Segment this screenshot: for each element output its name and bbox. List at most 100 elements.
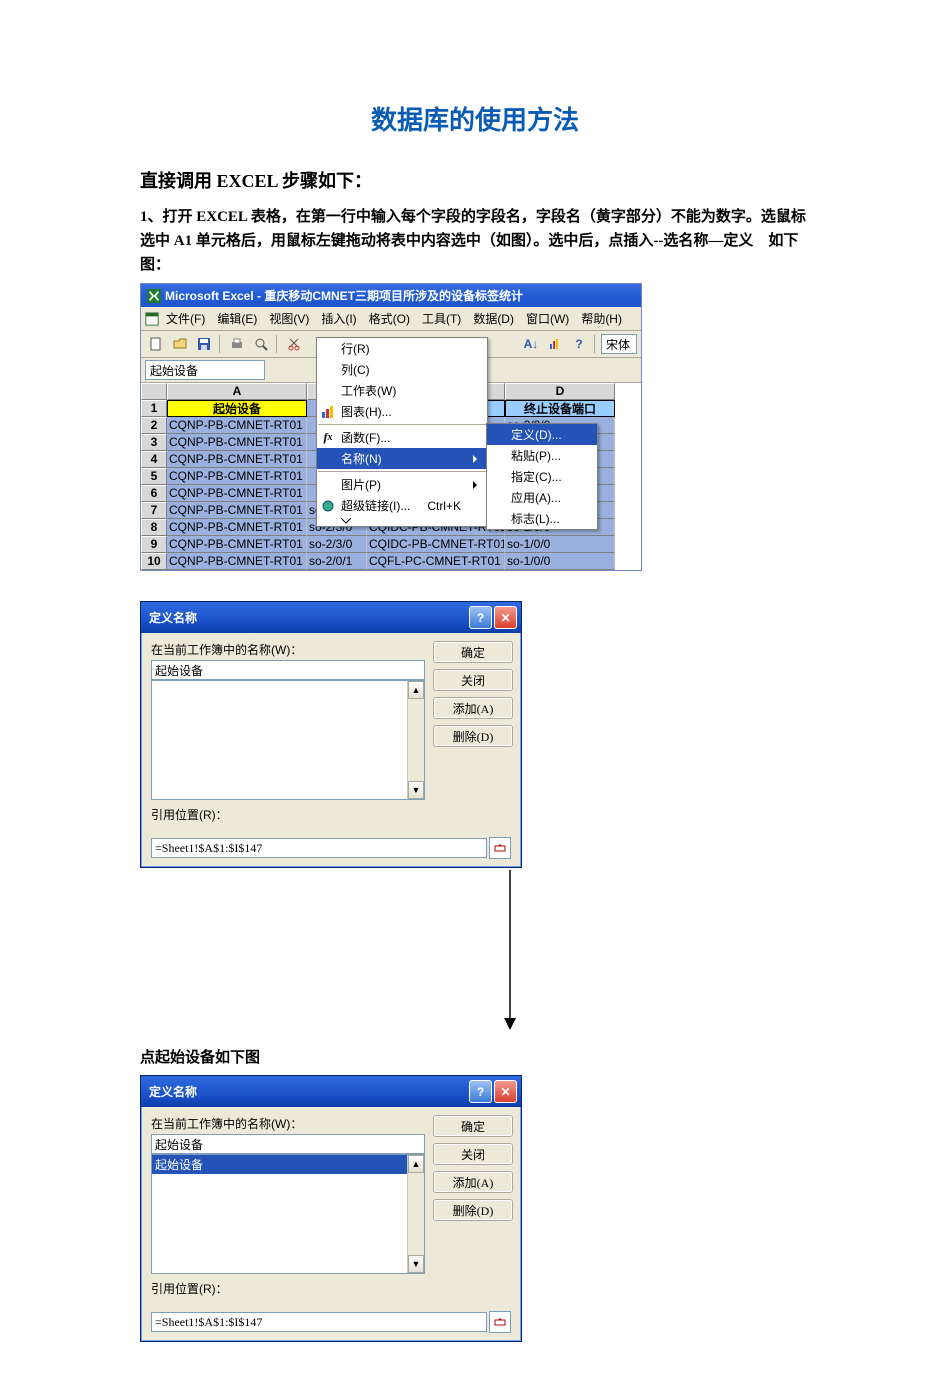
name-input[interactable] <box>151 1134 425 1154</box>
row-headers: 12345678910 <box>141 383 167 570</box>
scrollbar[interactable]: ▲ ▼ <box>407 681 424 799</box>
cell[interactable]: so-1/0/0 <box>505 553 615 570</box>
font-selector[interactable]: 宋体 <box>601 334 637 354</box>
list-item[interactable]: 起始设备 <box>152 1155 424 1174</box>
delete-button[interactable]: 删除(D) <box>433 725 513 747</box>
cell[interactable]: CQNP-PB-CMNET-RT01 <box>167 553 307 570</box>
menu-tools[interactable]: 工具(T) <box>417 309 466 328</box>
cell[interactable]: CQNP-PB-CMNET-RT01 <box>167 468 307 485</box>
insert-menu-cols[interactable]: 列(C) <box>317 359 487 380</box>
close-button[interactable]: 关闭 <box>433 1143 513 1165</box>
ok-button[interactable]: 确定 <box>433 1115 513 1137</box>
ref-input[interactable] <box>151 1312 487 1332</box>
name-submenu-paste[interactable]: 粘贴(P)... <box>487 445 597 466</box>
add-button[interactable]: 添加(A) <box>433 697 513 719</box>
header-cell[interactable]: 起始设备 <box>167 400 307 417</box>
cell[interactable]: CQNP-PB-CMNET-RT01 <box>167 519 307 536</box>
menu-edit[interactable]: 编辑(E) <box>212 309 262 328</box>
dialog-help-button[interactable]: ? <box>469 606 492 629</box>
menu-data[interactable]: 数据(D) <box>468 309 519 328</box>
open-icon[interactable] <box>169 333 191 355</box>
cell[interactable]: so-2/0/1 <box>307 553 367 570</box>
close-button[interactable]: 关闭 <box>433 669 513 691</box>
insert-menu-expand-icon[interactable] <box>317 516 487 526</box>
sort-asc-icon[interactable]: A↓ <box>520 333 542 355</box>
worksheet-icon <box>145 312 159 326</box>
name-submenu-apply[interactable]: 应用(A)... <box>487 487 597 508</box>
ref-label: 引用位置(R)： <box>151 1280 425 1297</box>
add-button[interactable]: 添加(A) <box>433 1171 513 1193</box>
excel-titlebar: Microsoft Excel - 重庆移动CMNET三期项目所涉及的设备标签统… <box>141 284 641 307</box>
scroll-down-icon[interactable]: ▼ <box>408 781 424 799</box>
scroll-down-icon[interactable]: ▼ <box>408 1255 424 1273</box>
insert-menu-rows[interactable]: 行(R) <box>317 338 487 359</box>
column-header[interactable]: D <box>505 383 615 400</box>
section-heading: 直接调用 EXCEL 步骤如下： <box>140 167 810 193</box>
insert-menu-picture[interactable]: 图片(P) <box>317 474 487 495</box>
insert-menu-worksheet[interactable]: 工作表(W) <box>317 380 487 401</box>
name-submenu-label[interactable]: 标志(L)... <box>487 508 597 529</box>
cell[interactable]: CQIDC-PB-CMNET-RT01 <box>367 536 505 553</box>
hyperlink-shortcut: Ctrl+K <box>427 499 461 513</box>
menu-view[interactable]: 视图(V) <box>264 309 314 328</box>
name-submenu-dropdown[interactable]: 定义(D)... 粘贴(P)... 指定(C)... 应用(A)... 标志(L… <box>486 423 598 530</box>
define-name-dialog-1: 定义名称 ? ✕ 在当前工作簿中的名称(W)： ▲ ▼ 引用位置(R)： 确定 <box>140 601 522 868</box>
names-listbox[interactable]: 起始设备 ▲ ▼ <box>151 1154 425 1274</box>
delete-button[interactable]: 删除(D) <box>433 1199 513 1221</box>
print-icon[interactable] <box>226 333 248 355</box>
preview-icon[interactable] <box>250 333 272 355</box>
cell[interactable]: CQNP-PB-CMNET-RT01 <box>167 417 307 434</box>
save-icon[interactable] <box>193 333 215 355</box>
dialog-title-text: 定义名称 <box>149 609 197 626</box>
menu-insert[interactable]: 插入(I) <box>316 309 361 328</box>
header-cell[interactable]: 终止设备端口 <box>505 400 615 417</box>
ok-button[interactable]: 确定 <box>433 641 513 663</box>
dialog-titlebar: 定义名称 ? ✕ <box>141 602 521 633</box>
cell[interactable]: CQNP-PB-CMNET-RT01 <box>167 502 307 519</box>
scroll-up-icon[interactable]: ▲ <box>408 1155 424 1173</box>
new-icon[interactable] <box>145 333 167 355</box>
excel-window: Microsoft Excel - 重庆移动CMNET三期项目所涉及的设备标签统… <box>140 283 642 571</box>
caption-text: 点起始设备如下图 <box>140 1046 810 1067</box>
menu-window[interactable]: 窗口(W) <box>521 309 574 328</box>
define-name-dialog-2: 定义名称 ? ✕ 在当前工作簿中的名称(W)： 起始设备 ▲ ▼ 引用位置(R)… <box>140 1075 522 1342</box>
cell[interactable]: CQNP-PB-CMNET-RT01 <box>167 451 307 468</box>
menu-format[interactable]: 格式(O) <box>364 309 415 328</box>
name-submenu-define[interactable]: 定义(D)... <box>487 424 597 445</box>
menu-file[interactable]: 文件(F) <box>161 309 210 328</box>
scrollbar[interactable]: ▲ ▼ <box>407 1155 424 1273</box>
chart-icon[interactable] <box>544 333 566 355</box>
insert-menu-dropdown[interactable]: 行(R) 列(C) 工作表(W) 图表(H)... fx 函数(F)... 名称… <box>316 337 488 527</box>
cell[interactable]: so-2/3/0 <box>307 536 367 553</box>
scroll-up-icon[interactable]: ▲ <box>408 681 424 699</box>
names-label: 在当前工作簿中的名称(W)： <box>151 1115 425 1132</box>
insert-menu-function[interactable]: fx 函数(F)... <box>317 427 487 448</box>
cell[interactable]: CQNP-PB-CMNET-RT01 <box>167 485 307 502</box>
cell[interactable]: so-1/0/0 <box>505 536 615 553</box>
column-header[interactable]: A <box>167 383 307 400</box>
cell[interactable]: CQFL-PC-CMNET-RT01 <box>367 553 505 570</box>
ref-input[interactable] <box>151 838 487 858</box>
ref-collapse-icon[interactable] <box>489 837 511 859</box>
name-box[interactable]: 起始设备 <box>145 360 265 380</box>
dialog-help-button[interactable]: ? <box>469 1080 492 1103</box>
name-submenu-create[interactable]: 指定(C)... <box>487 466 597 487</box>
help-icon[interactable]: ? <box>568 333 590 355</box>
insert-menu-chart[interactable]: 图表(H)... <box>317 401 487 422</box>
dialog-title-text: 定义名称 <box>149 1083 197 1100</box>
ref-collapse-icon[interactable] <box>489 1311 511 1333</box>
insert-menu-name[interactable]: 名称(N) <box>317 448 487 469</box>
arrow-down-icon <box>210 870 810 1030</box>
dialog-close-button[interactable]: ✕ <box>494 1080 517 1103</box>
cell[interactable]: CQNP-PB-CMNET-RT01 <box>167 536 307 553</box>
dialog-titlebar: 定义名称 ? ✕ <box>141 1076 521 1107</box>
dialog-close-button[interactable]: ✕ <box>494 606 517 629</box>
name-input[interactable] <box>151 660 425 680</box>
menu-help[interactable]: 帮助(H) <box>576 309 627 328</box>
cut-icon[interactable] <box>283 333 305 355</box>
insert-menu-hyperlink[interactable]: 超级链接(I)... Ctrl+K <box>317 495 487 516</box>
excel-app-icon <box>147 289 161 303</box>
names-label: 在当前工作簿中的名称(W)： <box>151 641 425 658</box>
names-listbox[interactable]: ▲ ▼ <box>151 680 425 800</box>
cell[interactable]: CQNP-PB-CMNET-RT01 <box>167 434 307 451</box>
